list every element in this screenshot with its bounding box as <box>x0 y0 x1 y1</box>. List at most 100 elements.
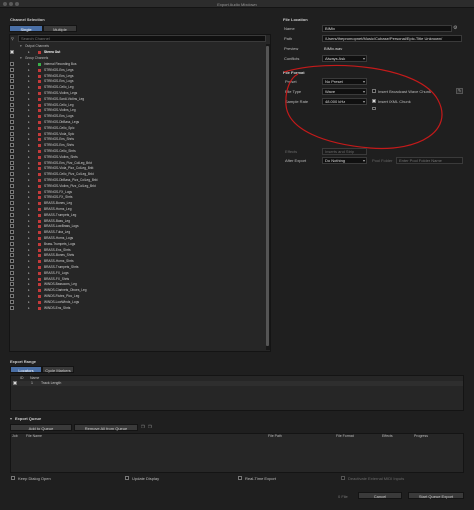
channel-row[interactable]: ▸ STRINGS-Viola_Spic <box>10 131 264 137</box>
channel-row[interactable]: ▸ BRASS-Bones_Shrts <box>10 253 264 258</box>
channel-row[interactable]: ▸ BRASS-LowBrass_Logs <box>10 224 264 229</box>
channel-checkbox[interactable] <box>10 183 14 188</box>
table-row[interactable]: 1 Track Length <box>11 381 463 386</box>
channel-checkbox[interactable] <box>10 143 14 148</box>
channel-checkbox[interactable] <box>10 282 14 287</box>
channel-row[interactable]: ▸ STRINGS-FX_Logs <box>10 189 264 195</box>
channel-checkbox[interactable] <box>10 178 14 182</box>
row-checkbox[interactable] <box>13 381 17 385</box>
channel-row[interactable]: ▸ STRINGS-Cello_Spic <box>10 125 264 131</box>
channel-row[interactable]: ▸ STRINGS-Ens_Logs <box>10 114 264 119</box>
channel-checkbox[interactable] <box>10 62 14 66</box>
channel-checkbox[interactable] <box>10 212 14 217</box>
path-field[interactable]: /Users/thepromopnet/Music/Cubase/Persona… <box>322 35 462 42</box>
channel-checkbox[interactable] <box>10 253 14 258</box>
channel-checkbox[interactable] <box>10 265 14 269</box>
channel-checkbox[interactable] <box>10 166 14 171</box>
name-field[interactable]: BIMix <box>322 25 452 32</box>
channel-checkbox[interactable] <box>10 160 14 165</box>
channel-row[interactable]: ▸ BRASS-Ens_Shrts <box>10 247 264 253</box>
channel-checkbox[interactable] <box>10 125 14 130</box>
channel-checkbox[interactable] <box>10 236 14 240</box>
channel-row[interactable]: ▸ BRASS-Horns_Logs <box>10 236 264 241</box>
channel-checkbox[interactable] <box>10 305 14 310</box>
channel-row[interactable]: ▸ BRASS-FX_Logs <box>10 270 264 276</box>
channel-row[interactable]: ▸ BRASS-Bones_Leg <box>10 201 264 206</box>
tab-single[interactable]: Single <box>9 25 43 32</box>
channel-row[interactable]: ▸ Internal Recording Bus <box>10 62 264 67</box>
channel-checkbox[interactable] <box>10 276 14 281</box>
channel-checkbox[interactable] <box>10 172 14 177</box>
channel-checkbox[interactable] <box>10 114 14 119</box>
channel-checkbox[interactable] <box>10 189 14 194</box>
channel-checkbox[interactable] <box>10 108 14 113</box>
group-channels-group[interactable]: ▾ Group Channels <box>10 56 264 61</box>
channel-checkbox[interactable] <box>10 131 14 136</box>
channel-checkbox[interactable] <box>10 288 14 293</box>
channel-row[interactable]: ▸ STRINGS-Sordi-Violins_Leg <box>10 96 264 102</box>
channel-checkbox[interactable] <box>10 299 14 304</box>
channel-row[interactable]: ▸ STRINGS-Cello_Pizz_ColLeg_Brkt <box>10 172 264 177</box>
channel-checkbox[interactable] <box>10 230 14 235</box>
channel-checkbox[interactable] <box>10 218 14 223</box>
channel-row[interactable]: ▸ STRINGS-Cello_Leg <box>10 102 264 108</box>
channel-checkbox[interactable] <box>10 67 14 72</box>
channel-row[interactable]: ▸ WINDS-Ens_Shrts <box>10 305 264 311</box>
channel-checkbox[interactable] <box>10 201 14 206</box>
channel-checkbox[interactable] <box>10 73 14 78</box>
tab-locators[interactable]: Locators <box>10 366 42 373</box>
channel-row[interactable]: ▸ STRINGS-Ens_Legs <box>10 73 264 79</box>
channel-row[interactable]: ▸ Brass-Trumpets_Logs <box>10 241 264 247</box>
channel-checkbox[interactable] <box>10 120 14 124</box>
channel-row[interactable]: ▸ BRASS-Horns_Shrts <box>10 259 264 264</box>
update-display-checkbox[interactable] <box>125 476 129 480</box>
channel-checkbox[interactable] <box>10 207 14 211</box>
output-channels-group[interactable]: ▾ Output Channels <box>10 44 264 49</box>
remove-all-button[interactable]: Remove All from Queue <box>74 424 138 431</box>
channel-row[interactable]: ▸ STRINGS-Ens_Shrts <box>10 137 264 142</box>
deactivate-midi-checkbox[interactable] <box>341 476 345 480</box>
channel-row[interactable]: ▸ WINDS-LowWinds_Logs <box>10 299 264 305</box>
channel-checkbox[interactable] <box>10 247 14 252</box>
channel-checkbox[interactable] <box>10 195 14 200</box>
channel-row[interactable]: ▸ BRASS-Horns_Leg <box>10 207 264 212</box>
settings-gear-icon[interactable]: ⚙ <box>453 25 457 31</box>
channel-row[interactable]: ▸ STRINGS-FX_Shrts <box>10 195 264 200</box>
channel-checkbox[interactable] <box>10 154 14 159</box>
chevron-down-icon[interactable]: ▾ <box>10 416 12 421</box>
channel-row[interactable]: ▸ STRINGS-Cello_Leg <box>10 85 264 90</box>
effects-select[interactable]: Inserts and Strip <box>322 148 367 155</box>
stereo-out-checkbox[interactable] <box>10 50 14 54</box>
keep-dialog-checkbox[interactable] <box>11 476 15 480</box>
channel-checkbox[interactable] <box>10 294 14 298</box>
tab-cycle-markers[interactable]: Cycle Markers <box>42 366 74 373</box>
channel-row[interactable]: ▸ BRASS-FX_Shrts <box>10 276 264 282</box>
duplicate-icon[interactable]: ❐ <box>141 424 145 429</box>
stereo-out-row[interactable]: ▸ Stereo Out <box>10 50 264 55</box>
channel-row[interactable]: ▸ STRINGS-Violins_Shrts <box>10 154 264 160</box>
channel-row[interactable]: ▸ STRINGS-Ens_Logs <box>10 79 264 84</box>
channel-checkbox[interactable] <box>10 270 14 275</box>
cancel-button[interactable]: Cancel <box>358 492 402 499</box>
channel-row[interactable]: ▸ STRINGS-Viola_Pizz_ColLeg_Brkt <box>10 166 264 171</box>
channel-row[interactable]: ▸ WINDS-Bassoons_Leg <box>10 282 264 287</box>
after-export-select[interactable]: Do Nothing ▾ <box>322 157 367 164</box>
scrollbar-thumb[interactable] <box>266 46 269 346</box>
channel-row[interactable]: ▸ STRINGS-DbBass_Pizz_ColLeg_Brkt <box>10 178 264 183</box>
channel-checkbox[interactable] <box>10 137 14 142</box>
realtime-export-checkbox[interactable] <box>238 476 242 480</box>
channel-checkbox[interactable] <box>10 96 14 101</box>
channel-row[interactable]: ▸ STRINGS-Violins_Legs <box>10 91 264 96</box>
copy-icon[interactable]: ❐ <box>148 424 152 429</box>
channel-checkbox[interactable] <box>10 79 14 84</box>
channel-row[interactable]: ▸ STRINGS-Ens_Pizz_ColLeg_Brkt <box>10 160 264 166</box>
tab-multiple[interactable]: Multiple <box>43 25 77 32</box>
start-queue-export-button[interactable]: Start Queue Export <box>408 492 464 499</box>
channel-checkbox[interactable] <box>10 149 14 153</box>
channel-row[interactable]: ▸ STRINGS-Ens_Shrts <box>10 143 264 148</box>
channel-row[interactable]: ▸ STRINGS-Ens_Legs <box>10 67 264 73</box>
channel-row[interactable]: ▸ STRINGS-Violins_Leg <box>10 108 264 113</box>
search-channel-input[interactable] <box>18 35 266 42</box>
channel-checkbox[interactable] <box>10 259 14 264</box>
channel-row[interactable]: ▸ STRINGS-Violins_Pizz_ColLeg_Brkt <box>10 183 264 189</box>
